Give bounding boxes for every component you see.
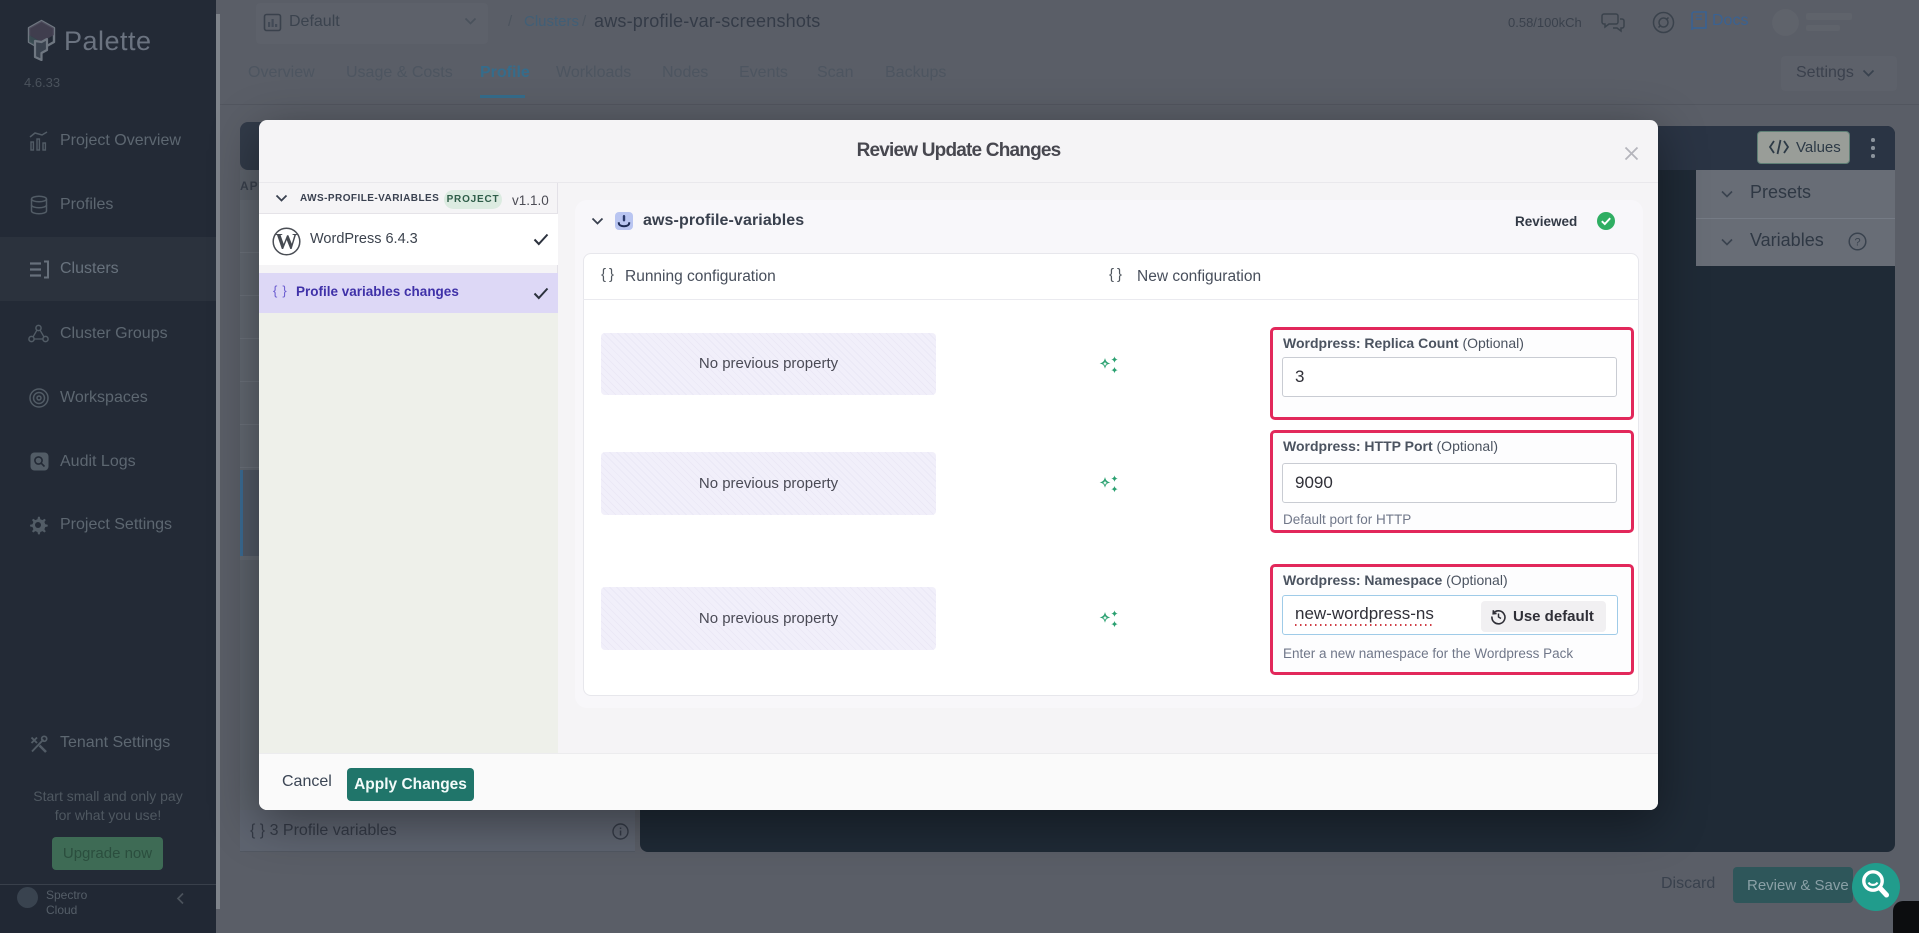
- svg-text:W: W: [276, 229, 298, 254]
- svg-text:?: ?: [1854, 237, 1860, 249]
